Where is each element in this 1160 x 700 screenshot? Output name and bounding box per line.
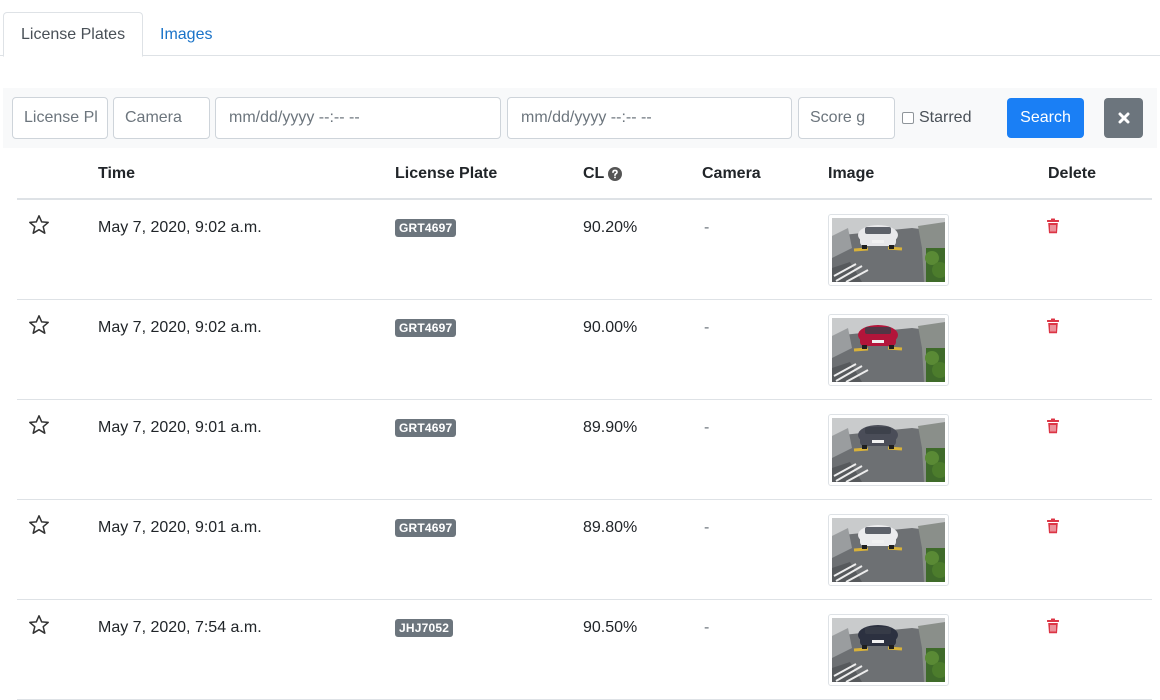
times-icon <box>1118 112 1129 124</box>
score-input[interactable]: Score g <box>798 97 895 139</box>
row-time: May 7, 2020, 7:54 a.m. <box>98 619 262 636</box>
header-license-plate: License Plate <box>395 165 498 182</box>
row-time: May 7, 2020, 9:01 a.m. <box>98 519 262 536</box>
row-cl: 89.90% <box>583 419 638 436</box>
row-camera: - <box>704 419 710 436</box>
table-header: Time License Plate CL Camera Image Delet… <box>17 148 1152 200</box>
question-circle-icon[interactable] <box>608 167 623 181</box>
plate-badge: GRT4697 <box>395 319 457 337</box>
plate-badge: GRT4697 <box>395 419 457 437</box>
starred-filter[interactable]: Starred <box>902 97 971 139</box>
trash-icon[interactable] <box>1046 518 1060 534</box>
table-row: May 7, 2020, 9:01 a.m. GRT4697 89.80% - <box>17 500 1152 600</box>
table-body: May 7, 2020, 9:02 a.m. GRT4697 90.20% - <box>17 200 1152 700</box>
plate-badge: GRT4697 <box>395 519 457 537</box>
table-row: May 7, 2020, 7:54 a.m. JHJ7052 90.50% - <box>17 600 1152 700</box>
search-button[interactable]: Search <box>1007 98 1084 138</box>
header-delete: Delete <box>1048 165 1097 182</box>
table-row: May 7, 2020, 9:02 a.m. GRT4697 90.20% - <box>17 200 1152 300</box>
star-icon[interactable] <box>27 513 51 537</box>
plate-image-thumbnail[interactable] <box>828 414 949 486</box>
camera-snapshot-image <box>832 618 948 683</box>
tab-images[interactable]: Images <box>142 12 230 56</box>
date-to-input[interactable]: mm/dd/yyyy --:-- -- <box>507 97 792 139</box>
row-time: May 7, 2020, 9:02 a.m. <box>98 219 262 236</box>
plate-badge: JHJ7052 <box>395 619 454 637</box>
trash-icon[interactable] <box>1046 618 1060 634</box>
camera-snapshot-image <box>832 318 948 383</box>
filter-bar: License Pl Camera mm/dd/yyyy --:-- -- mm… <box>3 88 1157 148</box>
starred-label: Starred <box>919 109 972 126</box>
plate-image-thumbnail[interactable] <box>828 314 949 386</box>
row-camera: - <box>704 619 710 636</box>
plate-image-thumbnail[interactable] <box>828 214 949 286</box>
camera-snapshot-image <box>832 418 948 483</box>
results-table: Time License Plate CL Camera Image Delet… <box>17 148 1152 700</box>
starred-checkbox[interactable] <box>902 112 914 124</box>
trash-icon[interactable] <box>1046 218 1060 234</box>
nav-tabs: License Plates Images <box>0 12 1160 57</box>
tab-license-plates[interactable]: License Plates <box>3 12 144 57</box>
header-cl: CL <box>583 165 623 183</box>
header-cl-label: CL <box>583 165 605 182</box>
date-from-input[interactable]: mm/dd/yyyy --:-- -- <box>215 97 501 139</box>
trash-icon[interactable] <box>1046 318 1060 334</box>
row-time: May 7, 2020, 9:02 a.m. <box>98 319 262 336</box>
row-camera: - <box>704 519 710 536</box>
row-cl: 90.20% <box>583 219 638 236</box>
table-row: May 7, 2020, 9:02 a.m. GRT4697 90.00% - <box>17 300 1152 400</box>
header-time: Time <box>98 165 136 182</box>
star-icon[interactable] <box>27 613 51 637</box>
license-plate-input[interactable]: License Pl <box>12 97 108 139</box>
trash-icon[interactable] <box>1046 418 1060 434</box>
plate-badge: GRT4697 <box>395 219 457 237</box>
camera-snapshot-image <box>832 518 948 583</box>
table-row: May 7, 2020, 9:01 a.m. GRT4697 89.90% - <box>17 400 1152 500</box>
star-icon[interactable] <box>27 213 51 237</box>
row-cl: 90.00% <box>583 319 638 336</box>
row-camera: - <box>704 319 710 336</box>
row-cl: 89.80% <box>583 519 638 536</box>
header-image: Image <box>828 165 875 182</box>
camera-snapshot-image <box>832 218 948 283</box>
star-icon[interactable] <box>27 313 51 337</box>
plate-image-thumbnail[interactable] <box>828 514 949 586</box>
row-camera: - <box>704 219 710 236</box>
star-icon[interactable] <box>27 413 51 437</box>
header-camera: Camera <box>702 165 761 182</box>
row-cl: 90.50% <box>583 619 638 636</box>
clear-button[interactable] <box>1104 98 1143 138</box>
plate-image-thumbnail[interactable] <box>828 614 949 686</box>
row-time: May 7, 2020, 9:01 a.m. <box>98 419 262 436</box>
camera-input[interactable]: Camera <box>113 97 210 139</box>
